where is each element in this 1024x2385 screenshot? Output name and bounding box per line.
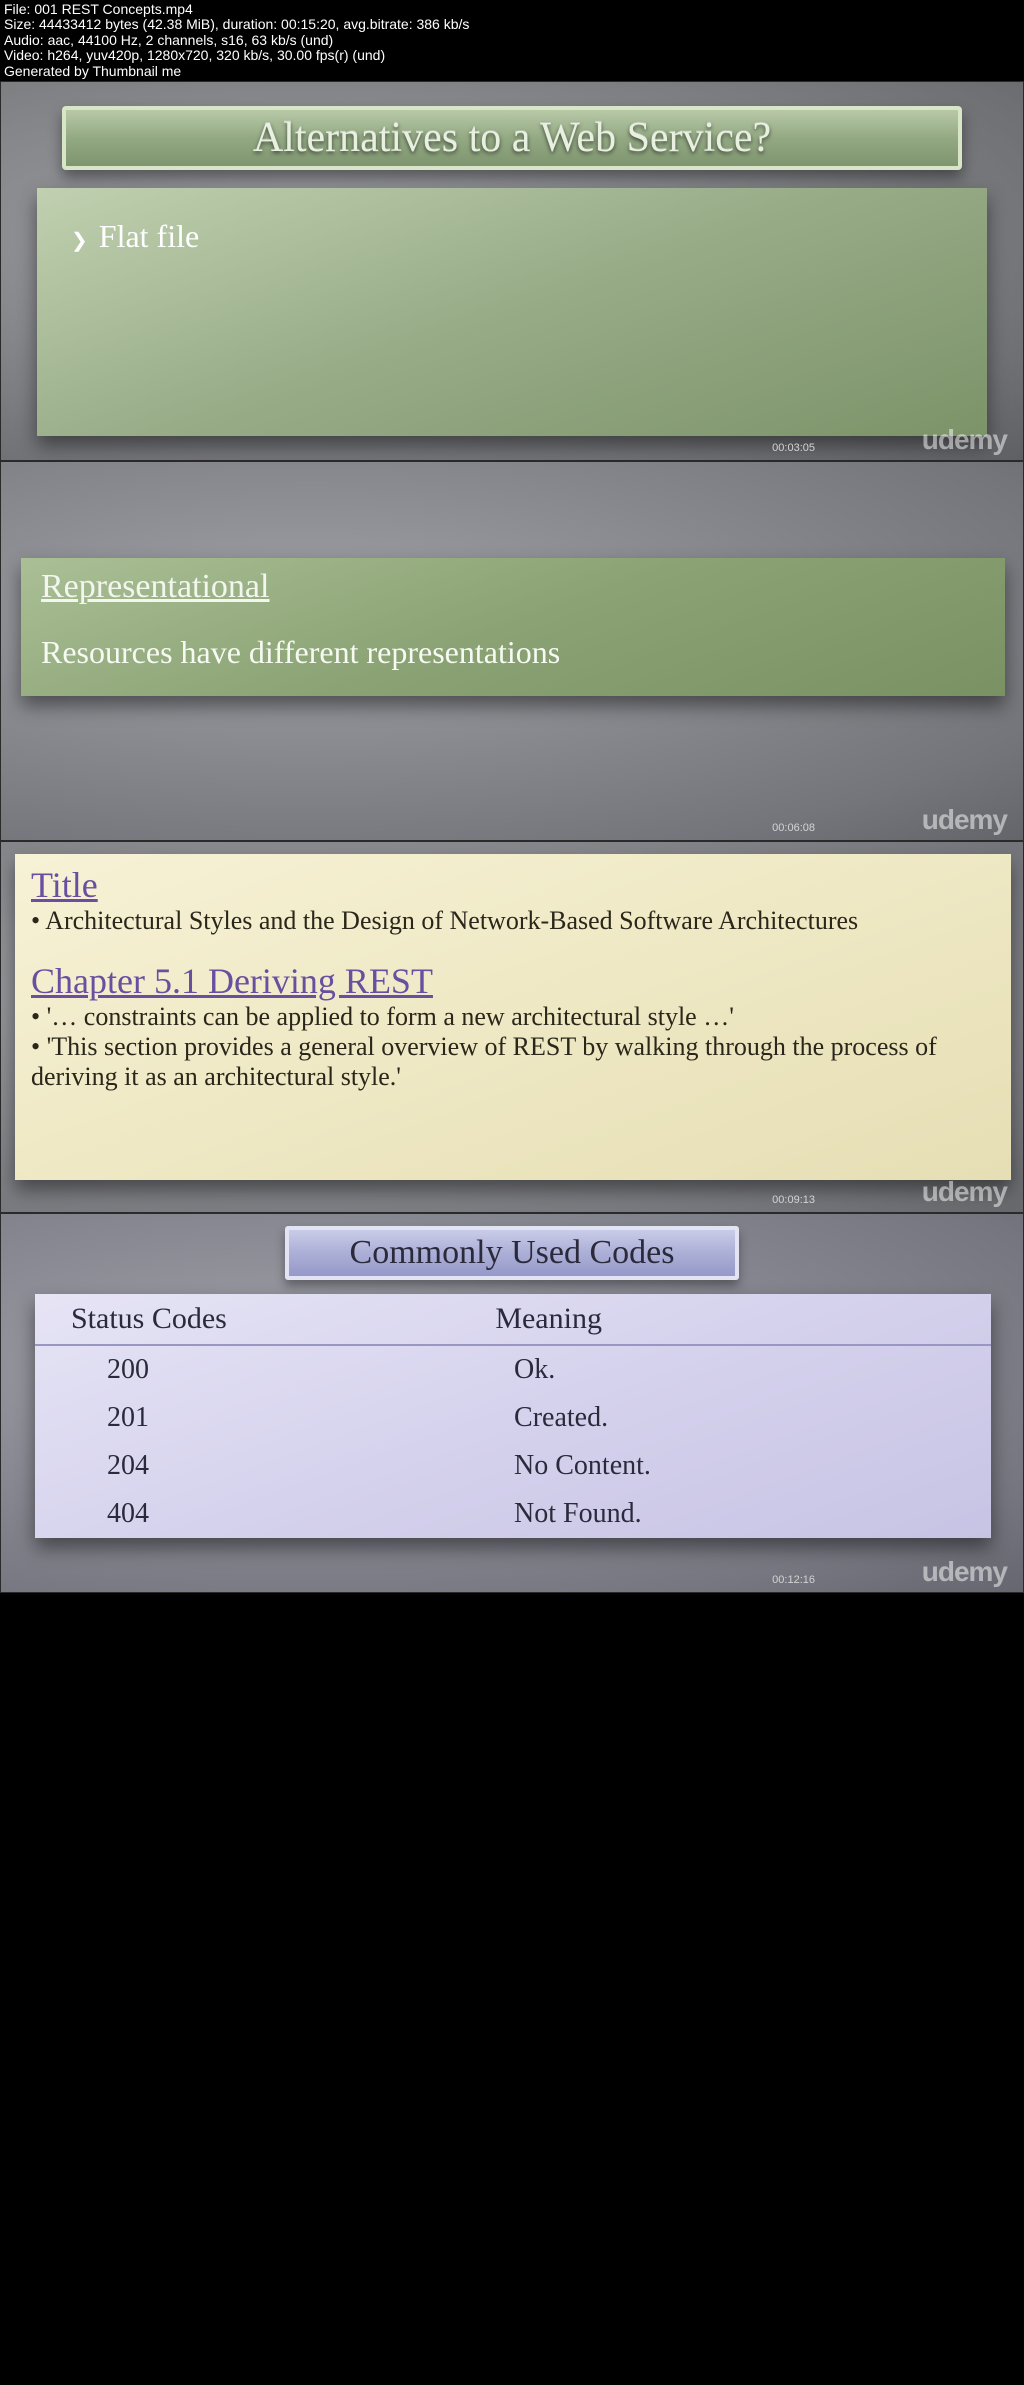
meta-audio: Audio: aac, 44100 Hz, 2 channels, s16, 6… <box>4 33 1020 48</box>
table-row: 404 Not Found. <box>35 1490 991 1538</box>
slide-title-bar: Commonly Used Codes <box>285 1226 739 1280</box>
slide-heading: Representational <box>41 568 985 606</box>
meaning-cell: Ok. <box>514 1354 955 1386</box>
slide-title-text: Alternatives to a Web Service? <box>253 114 771 162</box>
slide-card: Title • Architectural Styles and the Des… <box>15 854 1011 1180</box>
chapter-bullet-1: • '… constraints can be applied to form … <box>31 1002 995 1032</box>
frame-timestamp: 00:12:16 <box>772 1574 815 1586</box>
file-metadata: File: 001 REST Concepts.mp4 Size: 444334… <box>0 0 1024 81</box>
table-row: 201 Created. <box>35 1394 991 1442</box>
header-meaning: Meaning <box>495 1302 955 1336</box>
slide-title-text: Commonly Used Codes <box>350 1234 675 1272</box>
meta-file: File: 001 REST Concepts.mp4 <box>4 2 1020 17</box>
table-row: 200 Ok. <box>35 1346 991 1394</box>
meaning-cell: Not Found. <box>514 1498 955 1530</box>
code-cell: 201 <box>107 1402 514 1434</box>
status-codes-table: Status Codes Meaning 200 Ok. 201 Created… <box>35 1294 991 1538</box>
title-heading: Title <box>31 864 995 906</box>
chapter-bullet-2: • 'This section provides a general overv… <box>31 1032 995 1092</box>
frame-timestamp: 00:06:08 <box>772 822 815 834</box>
spacer <box>31 936 995 960</box>
code-cell: 404 <box>107 1498 514 1530</box>
meaning-cell: No Content. <box>514 1450 955 1482</box>
chapter-heading: Chapter 5.1 Deriving REST <box>31 960 995 1002</box>
slide-body: Flat file <box>37 188 987 436</box>
thumbnail-frame-2: Representational Resources have differen… <box>0 461 1024 841</box>
code-cell: 204 <box>107 1450 514 1482</box>
udemy-logo: udemy <box>922 424 1007 456</box>
udemy-logo: udemy <box>922 804 1007 836</box>
meta-size: Size: 44433412 bytes (42.38 MiB), durati… <box>4 17 1020 32</box>
table-header-row: Status Codes Meaning <box>35 1294 991 1346</box>
meaning-cell: Created. <box>514 1402 955 1434</box>
udemy-logo: udemy <box>922 1176 1007 1208</box>
udemy-logo: udemy <box>922 1556 1007 1588</box>
meta-generated: Generated by Thumbnail me <box>4 64 1020 79</box>
thumbnail-frame-3: Title • Architectural Styles and the Des… <box>0 841 1024 1213</box>
thumbnail-frame-1: Alternatives to a Web Service? Flat file… <box>0 81 1024 461</box>
thumbnail-frame-4: Commonly Used Codes Status Codes Meaning… <box>0 1213 1024 1593</box>
code-cell: 200 <box>107 1354 514 1386</box>
slide-body: Representational Resources have differen… <box>21 558 1005 696</box>
slide-text: Resources have different representations <box>41 634 985 671</box>
frame-timestamp: 00:09:13 <box>772 1194 815 1206</box>
slide-title-bar: Alternatives to a Web Service? <box>62 106 962 170</box>
table-row: 204 No Content. <box>35 1442 991 1490</box>
title-bullet: • Architectural Styles and the Design of… <box>31 906 995 936</box>
meta-video: Video: h264, yuv420p, 1280x720, 320 kb/s… <box>4 48 1020 63</box>
bullet-item: Flat file <box>71 218 953 255</box>
frame-timestamp: 00:03:05 <box>772 442 815 454</box>
header-status-codes: Status Codes <box>71 1302 495 1336</box>
